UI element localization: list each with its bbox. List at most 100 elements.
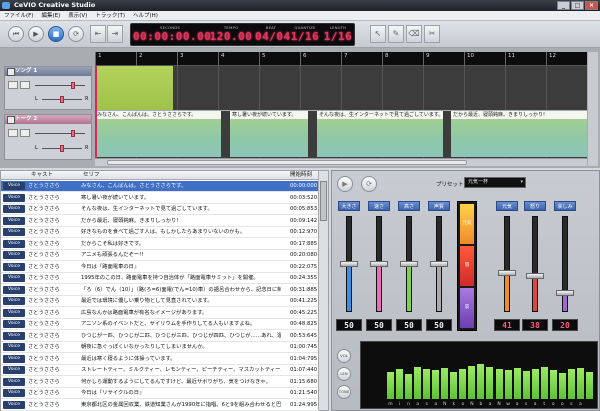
voice-badge[interactable]: Voice: [3, 182, 25, 190]
volume-knob[interactable]: [71, 82, 75, 89]
voice-badge[interactable]: Voice: [3, 239, 25, 248]
voice-badge[interactable]: Voice: [3, 193, 25, 202]
preview-play-button[interactable]: ▶: [337, 176, 353, 192]
line-cell[interactable]: 今日は『路面電車の日』: [81, 262, 281, 272]
line-cell[interactable]: 最近は寒く寝るように体操っています。: [81, 354, 281, 364]
slider-track[interactable]: [532, 216, 538, 312]
line-cell[interactable]: だからこそ私は好きです。: [81, 239, 281, 249]
table-row[interactable]: Voice さとうささら 今日は『リサイクルの日』 01:21:540: [1, 388, 319, 399]
voice-badge[interactable]: Voice: [3, 205, 25, 213]
pitch-bar[interactable]: [423, 369, 431, 399]
line-cell[interactable]: 今日は『リサイクルの日』: [81, 388, 281, 398]
beat-value[interactable]: 04/04: [255, 30, 290, 43]
col-line[interactable]: セリフ: [83, 171, 100, 180]
menu-file[interactable]: ファイル(F): [0, 11, 37, 20]
pitch-bar[interactable]: [531, 369, 539, 399]
pitch-bar[interactable]: [567, 369, 575, 399]
split-tool-button[interactable]: ✂: [424, 25, 440, 43]
talk-clip[interactable]: そんな夜は、生インターネットで見て過ごしています。: [317, 111, 443, 157]
volume-slider[interactable]: [35, 133, 85, 134]
close-button[interactable]: ×: [585, 1, 598, 10]
pitch-bar[interactable]: [495, 369, 503, 399]
move-tool-button[interactable]: ⇥: [107, 25, 123, 43]
tempo-value[interactable]: 120.00: [209, 30, 253, 43]
table-row[interactable]: Voice さとうささら 何かしら運動するようにしてるんですけど、最近サボりがち、気…: [1, 377, 319, 388]
pitch-bar[interactable]: [414, 366, 422, 399]
table-row[interactable]: Voice さとうささら 東京都北区の金属回収業、鉄道知業さんが1990年に指唱。6…: [1, 400, 319, 411]
menu-track[interactable]: トラック(T): [91, 11, 129, 20]
track-header-talk[interactable]: トーク 2 L R: [4, 114, 92, 160]
voice-badge[interactable]: Voice: [3, 377, 25, 386]
voice-badge[interactable]: Voice: [3, 262, 25, 271]
eq-mode-vol-button[interactable]: VOL: [337, 349, 351, 363]
talk-clip[interactable]: 寒し暑い夜が続いています。: [230, 111, 308, 157]
line-cell[interactable]: だから最近、寝頭鈍麻。きまりしっかり!: [81, 216, 281, 226]
timeline-vertical-scrollbar[interactable]: [588, 52, 598, 166]
pitch-bar[interactable]: [558, 373, 566, 399]
voice-badge[interactable]: Voice: [3, 216, 25, 225]
pitch-bar[interactable]: [585, 371, 593, 399]
song-track-lane[interactable]: [95, 66, 587, 110]
menu-view[interactable]: 表示(V): [64, 11, 91, 20]
table-row[interactable]: Voice さとうささら 1995年のこの日、路面電車を持つ自治体が「路面電車サミッ…: [1, 273, 319, 284]
timeline-ruler[interactable]: 1 2 3 4 5 6 7 8 9 10 11 12: [95, 52, 587, 66]
pitch-bar[interactable]: [504, 370, 512, 399]
line-cell[interactable]: 寒し暑い夜が続いています。: [81, 193, 281, 203]
talk-clip[interactable]: みなさん、こんばんは。さとうささらです。: [95, 111, 221, 157]
solo-button[interactable]: [20, 81, 30, 89]
table-row[interactable]: Voice さとうささら 「ろ（6）でん（10）」（路(ろ=6)面電(でん=10)車…: [1, 285, 319, 296]
table-row[interactable]: Voice さとうささら 最近では環境に優しい乗り物として見直されています。 00:4…: [1, 296, 319, 307]
pitch-bar[interactable]: [513, 368, 521, 399]
pitch-bar[interactable]: [450, 371, 458, 399]
eq-mode-tone-button[interactable]: TONE: [337, 385, 351, 399]
table-row[interactable]: Voice さとうささら アニソン系のイベントだと、サイリウムを手作りしてる人もいま…: [1, 319, 319, 330]
voice-badge[interactable]: Voice: [3, 354, 25, 363]
voice-badge[interactable]: Voice: [3, 389, 25, 397]
col-cast[interactable]: キャスト: [31, 171, 53, 180]
track-name[interactable]: ソング 1: [5, 67, 91, 76]
pitch-bar[interactable]: [576, 368, 584, 399]
slider-knob[interactable]: [370, 261, 388, 267]
volume-knob[interactable]: [71, 130, 75, 137]
slider-knob[interactable]: [498, 269, 516, 276]
table-row[interactable]: Voice さとうささら アニメも頑張るんだぞー!! 00:20:080: [1, 250, 319, 261]
talk-clip[interactable]: だから最近、寝頭鈍麻。きまりしっかり!: [451, 111, 587, 157]
preview-loop-button[interactable]: ⟳: [361, 176, 377, 192]
timeline-horizontal-scrollbar[interactable]: [95, 158, 587, 166]
voice-badge[interactable]: Voice: [3, 343, 25, 351]
slider-track[interactable]: [562, 216, 568, 312]
pitch-bar[interactable]: [549, 370, 557, 399]
pitch-bar[interactable]: [522, 371, 530, 399]
pitch-bar[interactable]: [477, 364, 485, 399]
play-button[interactable]: ▶: [28, 26, 44, 42]
pan-knob[interactable]: [60, 96, 64, 103]
voice-badge[interactable]: Voice: [3, 228, 25, 236]
pitch-bar[interactable]: [459, 369, 467, 399]
voice-badge[interactable]: Voice: [3, 366, 25, 374]
slider-knob[interactable]: [400, 261, 418, 267]
line-cell[interactable]: アニメも頑張るんだぞー!!: [81, 250, 281, 260]
track-header-song[interactable]: ソング 1 L R: [4, 66, 92, 110]
eraser-tool-button[interactable]: ⌫: [406, 25, 422, 43]
table-row[interactable]: Voice さとうささら 朝夜に急ぐっぽくいなかったりしてしまいませんか。 01:00…: [1, 342, 319, 353]
quantize-value[interactable]: 1/16: [289, 30, 321, 43]
slider-knob[interactable]: [556, 289, 574, 296]
line-cell[interactable]: 朝夜に急ぐっぽくいなかったりしてしまいませんか。: [81, 342, 281, 352]
pencil-tool-button[interactable]: ✎: [388, 25, 404, 43]
table-row[interactable]: Voice さとうささら そんな夜は、生インターネットで見て過ごしています。 00:0…: [1, 204, 319, 215]
table-row[interactable]: Voice さとうささら ひつじが一匹、ひつじが二匹、ひつじが三匹、ひつじが四匹、ひ…: [1, 331, 319, 342]
line-cell[interactable]: そんな夜は、生インターネットで見て過ごしています。: [81, 204, 281, 214]
playhead[interactable]: [95, 66, 97, 159]
table-row[interactable]: Voice さとうささら みなさん、こんばんは。さとうささらです。 00:00:000: [1, 181, 319, 192]
stop-button[interactable]: ■: [48, 26, 64, 42]
menu-edit[interactable]: 編集(E): [37, 11, 64, 20]
table-row[interactable]: Voice さとうささら 最近は寒く寝るように体操っています。 01:04:795: [1, 354, 319, 365]
select-tool-button[interactable]: ⇤: [90, 25, 106, 43]
solo-button[interactable]: [20, 129, 30, 137]
volume-slider[interactable]: [35, 85, 85, 86]
slider-track[interactable]: [504, 216, 510, 312]
table-row[interactable]: Voice さとうささら だから最近、寝頭鈍麻。きまりしっかり! 00:09:142: [1, 216, 319, 227]
track-name[interactable]: トーク 2: [5, 115, 91, 124]
pitch-bar[interactable]: [387, 371, 394, 399]
table-scrollbar[interactable]: [318, 171, 328, 410]
